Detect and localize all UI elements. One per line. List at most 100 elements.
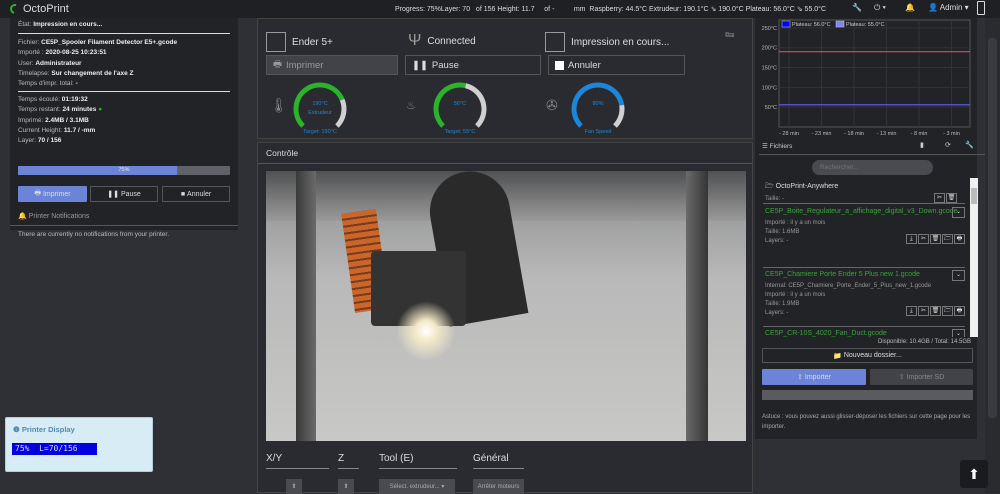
dash-pause-button[interactable]: ❚❚ Pause: [405, 55, 541, 75]
download-icon[interactable]: ⤓: [906, 234, 917, 244]
state-row: Temps d'impr. total: -: [18, 80, 78, 88]
print-icon[interactable]: 🖶: [954, 234, 965, 244]
trash-icon[interactable]: 🗑: [946, 193, 957, 203]
upload-button[interactable]: ⇪ Importer: [762, 369, 866, 385]
file-item[interactable]: CE5P_Boite_Regulateur_a_affichage_digita…: [765, 207, 965, 244]
scroll-top-button[interactable]: ⬆: [960, 460, 988, 488]
folder-item[interactable]: 🗁 OctoPrint-Anywhere Taille: - ✂ 🗑: [765, 182, 957, 203]
temperature-chart: 250°C 200°C 150°C 100°C 50°C - 28 min - 23 min…: [762, 19, 971, 137]
file-search-input[interactable]: [812, 160, 933, 175]
state-row: Temps restant: 24 minutes ●: [18, 106, 103, 114]
wrench-icon[interactable]: 🔧: [852, 3, 862, 12]
gauge: 80% Fan Speed: [568, 79, 628, 139]
trash-icon[interactable]: 🗑: [930, 234, 941, 244]
trash-icon[interactable]: 🗑: [930, 306, 941, 316]
plot-area: [778, 19, 971, 128]
progress-bar: 75%: [18, 166, 230, 175]
sd-card-icon[interactable]: ▮: [920, 141, 924, 149]
fullscreen-icon[interactable]: ⧉⊞: [725, 32, 734, 40]
notifications-header[interactable]: 🔔 Printer Notifications: [18, 212, 89, 220]
wrench-icon[interactable]: 🔧: [965, 141, 974, 149]
navbar: OctoPrint Progress: 75%Layer: 70 of 156 …: [0, 0, 1000, 18]
state-panel: État: Impression en cours... Fichier: CE…: [10, 18, 238, 238]
upload-hint: Astuce : vous pouvez aussi glisser-dépos…: [762, 414, 971, 430]
gauge: 190°C Extrudeur Target: 190°C: [290, 79, 350, 139]
legend-entry: Plateau: 55.0°C: [846, 22, 885, 28]
notifications-message: There are currently no notifications fro…: [18, 231, 170, 238]
state-row: Layer: 70 / 156: [18, 137, 62, 145]
chevron-down-icon[interactable]: ⌄: [952, 207, 965, 218]
file-list: 🗁 OctoPrint-Anywhere Taille: - ✂ 🗑 CE5P_B…: [759, 178, 979, 337]
lcd-screen: 75% L=70/156: [12, 443, 97, 455]
state-value: Impression en cours...: [33, 21, 103, 28]
file-item[interactable]: CE5P_CR-10S_4020_Fan_Duct.gcode ⌄: [765, 329, 965, 337]
info-icon: ❶: [13, 425, 20, 434]
tab-xy[interactable]: X/Y: [266, 453, 329, 469]
control-panel: Contrôle X/Y Z Tool (E) Général ⬆ ⬆ Séle…: [257, 142, 753, 494]
x-tick: - 28 min: [779, 131, 799, 137]
chevron-down-icon[interactable]: ⌄: [952, 329, 965, 337]
folder-icon[interactable]: 🗁: [942, 306, 953, 316]
cut-icon[interactable]: ✂: [934, 193, 945, 203]
cut-icon[interactable]: ✂: [918, 234, 929, 244]
webcam-stream[interactable]: [266, 171, 746, 441]
xy-up-button[interactable]: ⬆: [286, 479, 302, 494]
upload-sd-button[interactable]: ⇪ Importer SD: [870, 369, 973, 385]
folder-icon: 🗁: [765, 183, 774, 190]
extruder-icon: 🌡: [270, 97, 288, 113]
x-tick: - 23 min: [812, 131, 832, 137]
legend-entry: Plateau: 56.0°C: [792, 22, 831, 28]
brand[interactable]: OctoPrint: [0, 2, 69, 16]
legend-swatch: [781, 20, 791, 28]
tab-general[interactable]: Général: [473, 453, 524, 469]
z-up-button[interactable]: ⬆: [338, 479, 354, 494]
cancel-button[interactable]: ■ Annuler: [162, 186, 230, 202]
page-scrollbar[interactable]: [985, 18, 1000, 493]
printer-icon: [266, 32, 286, 52]
y-tick: 150°C: [762, 66, 777, 72]
cut-icon[interactable]: ✂: [918, 306, 929, 316]
y-tick: 200°C: [762, 46, 777, 52]
printer-display: ❶ Printer Display 75% L=70/156: [5, 417, 153, 472]
list-icon: ☰: [762, 143, 768, 150]
y-tick: 250°C: [762, 26, 777, 32]
x-tick: - 8 min: [911, 131, 928, 137]
files-panel: ☰ Fichiers ▮ ⟳ 🔧 🗁 OctoPrint-Anywhere Ta…: [755, 139, 987, 439]
chevron-down-icon[interactable]: ⌄: [952, 270, 965, 281]
print-icon[interactable]: 🖶: [954, 306, 965, 316]
folder-icon[interactable]: 🗁: [942, 234, 953, 244]
disk-usage: Disponible: 10.4GB / Total: 14.5GB: [878, 339, 971, 345]
control-title: Contrôle: [266, 148, 299, 158]
download-icon[interactable]: ⤓: [906, 306, 917, 316]
temperature-graph: 250°C 200°C 150°C 100°C 50°C - 28 min - 23 min…: [755, 18, 977, 139]
usb-icon: Ψ: [408, 32, 422, 49]
new-folder-button[interactable]: 📁 Nouveau dossier...: [762, 348, 973, 363]
print-button[interactable]: 🖶 Imprimer: [18, 186, 87, 202]
state-row: Imprimé: 2.4MB / 3.1MB: [18, 116, 89, 124]
dashboard-panel: Ender 5+ Ψ Connected Impression en cours.…: [257, 18, 753, 139]
extruder-select[interactable]: Sélect. extrudeur... ▾: [379, 479, 455, 494]
navbar-stats: Progress: 75%Layer: 70 of 156 Height: 11…: [395, 6, 827, 13]
file-list-scrollbar[interactable]: [970, 178, 978, 337]
state-row: User: Administrateur: [18, 59, 82, 67]
pause-button[interactable]: ❚❚ Pause: [90, 186, 158, 202]
y-tick: 50°C: [765, 105, 777, 111]
refresh-icon[interactable]: ⟳: [945, 141, 951, 149]
x-tick: - 13 min: [877, 131, 897, 137]
tab-z[interactable]: Z: [338, 453, 359, 469]
state-row: Fichier: CE5P_Spooler Filament Detector …: [18, 39, 178, 46]
mobile-icon[interactable]: [977, 1, 985, 15]
stop-motors-button[interactable]: Arrêter moteurs: [473, 479, 524, 494]
state-row: Temps écoulé: 01:19:32: [18, 96, 88, 103]
bell-icon[interactable]: 🔔: [905, 3, 915, 12]
heated-bed-icon: ♨: [406, 100, 416, 112]
user-menu[interactable]: 👤 Admin ▾: [928, 3, 969, 12]
dash-cancel-button[interactable]: Annuler: [548, 55, 685, 75]
dash-print-button[interactable]: 🖶 Imprimer: [266, 55, 398, 75]
gauge: 56°C Target: 55°C: [430, 79, 490, 139]
legend-swatch: [835, 20, 845, 28]
power-menu-icon[interactable]: ⏻ ▾: [874, 3, 886, 13]
file-item[interactable]: CE5P_Chamiere Porte Ender 5 Plus new 1.g…: [765, 270, 965, 316]
tab-tool[interactable]: Tool (E): [379, 453, 457, 469]
y-tick: 100°C: [762, 85, 777, 91]
